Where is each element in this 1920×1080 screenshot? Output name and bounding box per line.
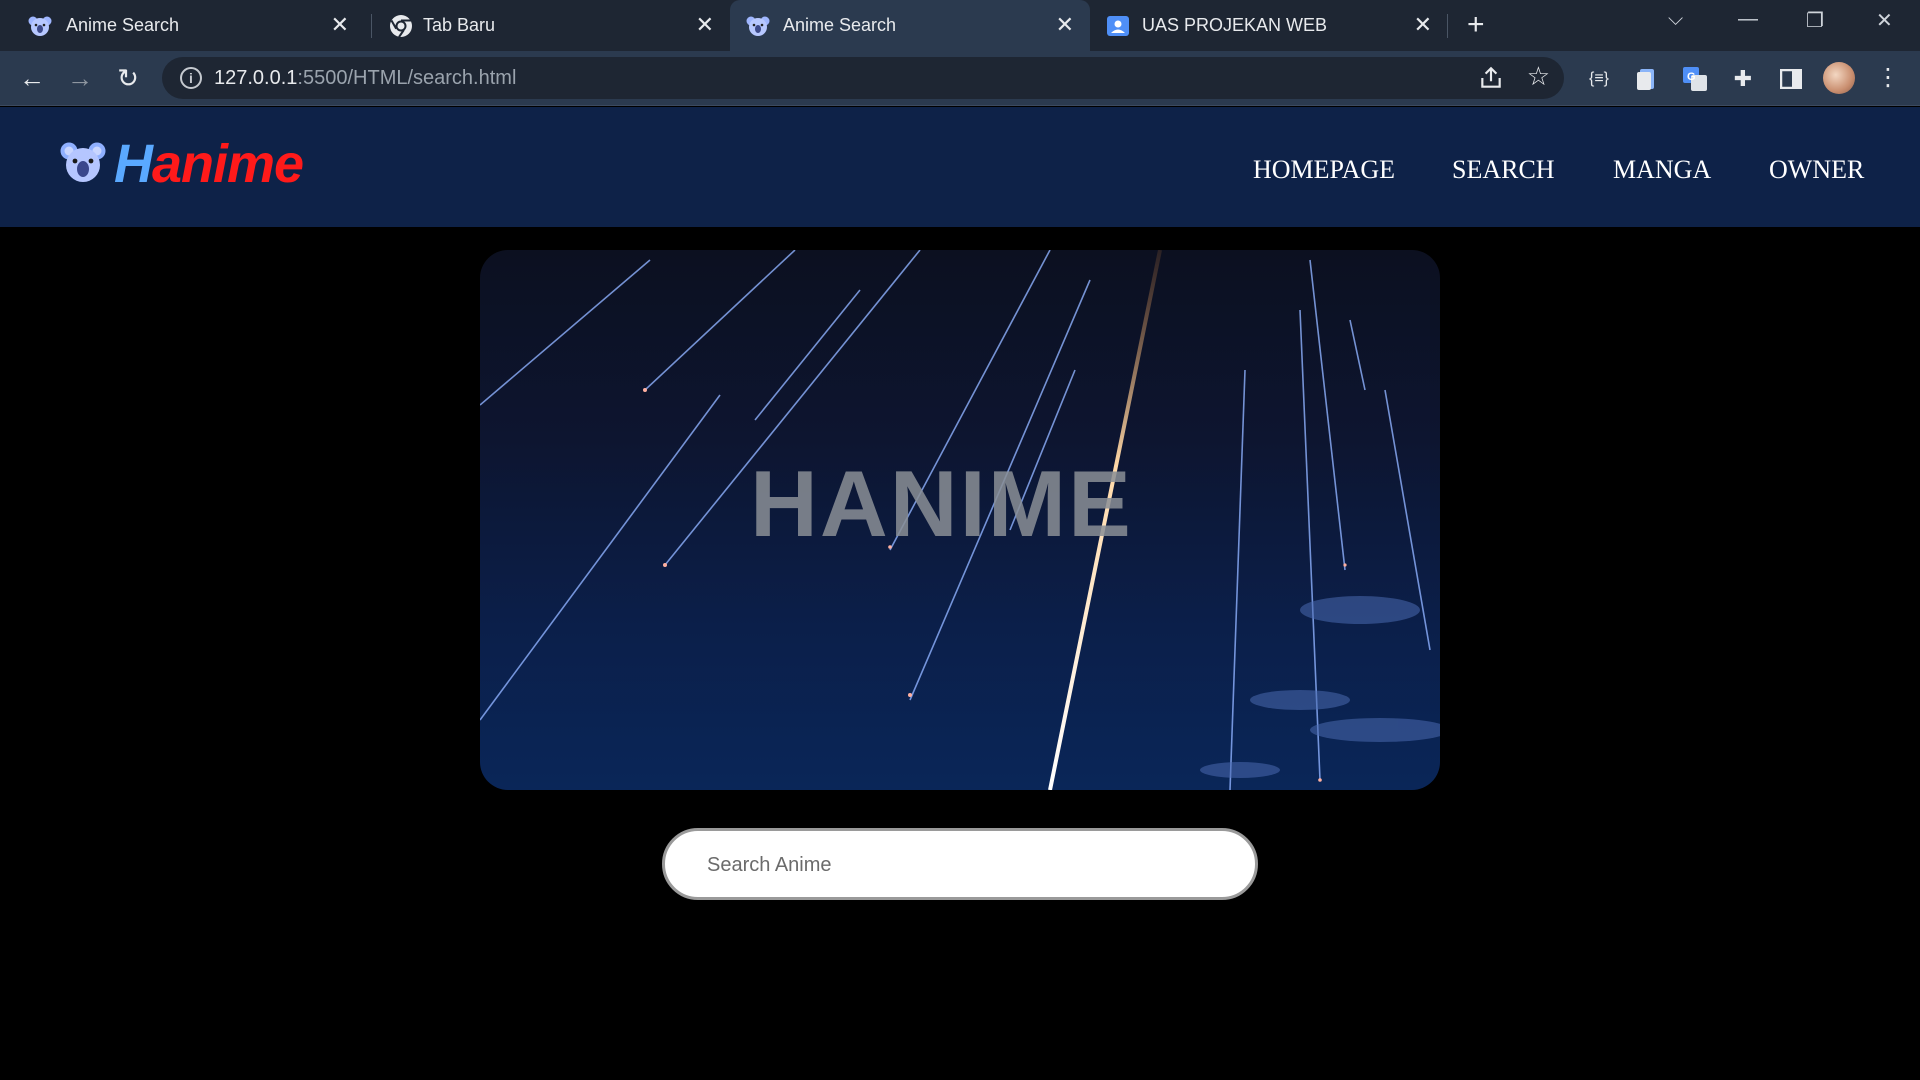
- nav-homepage[interactable]: HOMEPAGE: [1253, 155, 1395, 185]
- hero-banner: HANIME: [480, 250, 1440, 790]
- close-window-button[interactable]: ✕: [1876, 8, 1893, 33]
- side-panel-icon[interactable]: [1778, 66, 1804, 92]
- tab-uas-projekan-web[interactable]: UAS PROJEKAN WEB ✕: [1090, 0, 1448, 51]
- site-info-icon[interactable]: i: [180, 67, 202, 89]
- close-icon[interactable]: ✕: [1414, 12, 1432, 38]
- new-tab-button[interactable]: +: [1467, 10, 1485, 40]
- share-icon[interactable]: [1478, 65, 1504, 91]
- browser-menu-icon[interactable]: ⋮: [1876, 64, 1900, 92]
- nav-search[interactable]: SEARCH: [1452, 155, 1555, 185]
- forward-button[interactable]: →: [64, 62, 96, 94]
- koala-icon: [28, 16, 52, 36]
- profile-avatar[interactable]: [1823, 62, 1855, 94]
- tab-search-chevron-icon[interactable]: ⌵: [1668, 8, 1683, 31]
- tab-title: Tab Baru: [423, 15, 496, 35]
- bookmark-star-icon[interactable]: ☆: [1527, 61, 1550, 92]
- tab-anime-search-1[interactable]: Anime Search ✕: [0, 0, 365, 51]
- nav-manga[interactable]: MANGA: [1613, 155, 1711, 185]
- docs-extension-icon[interactable]: [1634, 66, 1660, 92]
- koala-icon: [746, 16, 770, 36]
- search-input[interactable]: [707, 849, 1227, 881]
- search-box[interactable]: [662, 828, 1258, 900]
- close-icon[interactable]: ✕: [1056, 12, 1074, 38]
- svg-text:G: G: [1687, 71, 1696, 83]
- tab-anime-search-active[interactable]: Anime Search ✕: [730, 0, 1090, 51]
- close-icon[interactable]: ✕: [696, 12, 714, 38]
- close-icon[interactable]: ✕: [331, 12, 349, 38]
- site-logo-text[interactable]: Hanime: [114, 133, 304, 195]
- reload-button[interactable]: ↻: [112, 62, 144, 94]
- site-header: Hanime HOMEPAGE SEARCH MANGA OWNER: [0, 107, 1920, 227]
- tab-title: Anime Search: [66, 15, 180, 35]
- contacts-icon: [1107, 16, 1129, 36]
- restore-button[interactable]: ❐: [1806, 8, 1824, 33]
- tab-tab-baru[interactable]: Tab Baru ✕: [373, 0, 730, 51]
- translate-extension-icon[interactable]: G: [1682, 66, 1708, 92]
- address-bar[interactable]: i 127.0.0.1:5500/HTML/search.html ☆: [162, 57, 1564, 99]
- minimize-button[interactable]: —: [1738, 8, 1758, 31]
- back-button[interactable]: ←: [16, 62, 48, 94]
- tab-divider: [371, 14, 372, 38]
- tab-divider: [1447, 14, 1448, 38]
- json-extension-icon[interactable]: {≡}: [1586, 66, 1612, 92]
- nav-owner[interactable]: OWNER: [1769, 155, 1864, 185]
- tab-title: UAS PROJEKAN WEB: [1142, 15, 1328, 35]
- koala-logo-icon[interactable]: [60, 139, 106, 185]
- browser-tabstrip: Anime Search ✕ Tab Baru ✕ Anime Search ✕…: [0, 0, 1920, 51]
- hero-title: HANIME: [750, 451, 1133, 556]
- extensions-puzzle-icon[interactable]: ✚: [1730, 66, 1756, 92]
- url-text[interactable]: 127.0.0.1:5500/HTML/search.html: [214, 67, 516, 90]
- tab-title: Anime Search: [783, 15, 897, 35]
- chrome-icon: [390, 15, 412, 38]
- browser-toolbar: ← → ↻ i 127.0.0.1:5500/HTML/search.html …: [0, 51, 1920, 106]
